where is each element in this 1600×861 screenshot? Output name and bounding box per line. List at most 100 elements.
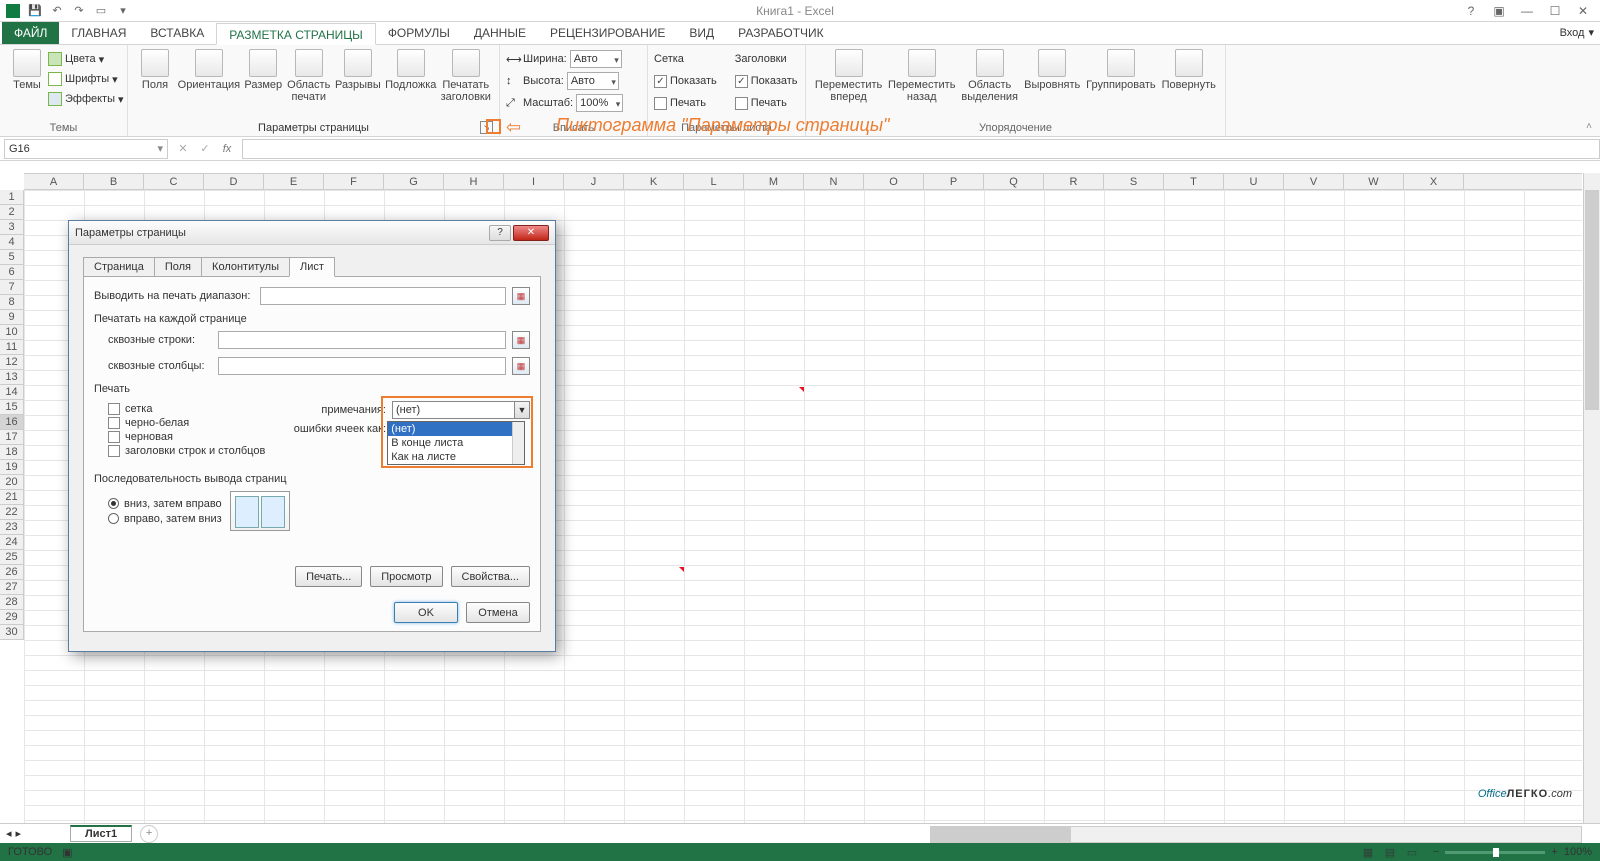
- bring-forward-button[interactable]: Переместить вперед: [812, 47, 885, 105]
- fonts-button[interactable]: Шрифты ▾: [48, 69, 124, 89]
- dropdown-scrollbar[interactable]: [512, 422, 524, 464]
- tab-review[interactable]: РЕЦЕНЗИРОВАНИЕ: [538, 22, 677, 44]
- comments-dropdown-list[interactable]: (нет) В конце листа Как на листе: [387, 421, 525, 465]
- row-header[interactable]: 7: [0, 280, 24, 295]
- tab-data[interactable]: ДАННЫЕ: [462, 22, 538, 44]
- zoom-value[interactable]: 100%: [1564, 846, 1592, 858]
- row-header[interactable]: 22: [0, 505, 24, 520]
- print-area-input[interactable]: [260, 287, 506, 305]
- row-header[interactable]: 3: [0, 220, 24, 235]
- width-combo[interactable]: Авто: [570, 50, 622, 68]
- column-header[interactable]: J: [564, 174, 624, 189]
- gridlines-print-check[interactable]: Печать: [654, 93, 717, 113]
- row-header[interactable]: 1: [0, 190, 24, 205]
- column-header[interactable]: D: [204, 174, 264, 189]
- column-header[interactable]: O: [864, 174, 924, 189]
- enter-formula-icon[interactable]: ✓: [194, 142, 216, 155]
- tab-view[interactable]: ВИД: [677, 22, 726, 44]
- column-header[interactable]: P: [924, 174, 984, 189]
- tab-developer[interactable]: РАЗРАБОТЧИК: [726, 22, 836, 44]
- row-header[interactable]: 15: [0, 400, 24, 415]
- zoom-out-icon[interactable]: −: [1433, 846, 1439, 858]
- print-button[interactable]: Печать...: [295, 566, 362, 587]
- row-header[interactable]: 5: [0, 250, 24, 265]
- zoom-control[interactable]: − + 100%: [1433, 846, 1592, 858]
- column-header[interactable]: N: [804, 174, 864, 189]
- themes-button[interactable]: Темы: [6, 47, 48, 93]
- preview-button[interactable]: Просмотр: [370, 566, 442, 587]
- signin-area[interactable]: Вход ▾: [1560, 26, 1594, 39]
- row-header[interactable]: 16: [0, 415, 24, 430]
- dialog-close-button[interactable]: ✕: [513, 225, 549, 241]
- column-header[interactable]: M: [744, 174, 804, 189]
- dialog-help-button[interactable]: ?: [489, 225, 511, 241]
- vertical-scrollbar[interactable]: [1583, 173, 1600, 823]
- down-over-radio[interactable]: вниз, затем вправо: [108, 498, 222, 510]
- column-header[interactable]: I: [504, 174, 564, 189]
- dropdown-item[interactable]: Как на листе: [388, 450, 524, 464]
- row-header[interactable]: 13: [0, 370, 24, 385]
- rotate-button[interactable]: Повернуть: [1158, 47, 1219, 93]
- orientation-button[interactable]: Ориентация: [176, 47, 242, 93]
- print-titles-button[interactable]: Печатать заголовки: [438, 47, 493, 105]
- black-white-checkbox[interactable]: черно-белая: [108, 417, 285, 429]
- sheet-tab-active[interactable]: Лист1: [70, 825, 132, 842]
- draft-checkbox[interactable]: черновая: [108, 431, 285, 443]
- minimize-icon[interactable]: —: [1514, 2, 1540, 20]
- row-header[interactable]: 28: [0, 595, 24, 610]
- row-headers[interactable]: 1234567891011121314151617181920212223242…: [0, 190, 24, 823]
- close-icon[interactable]: ✕: [1570, 2, 1596, 20]
- dialog-tab-margins[interactable]: Поля: [154, 257, 202, 277]
- zoom-in-icon[interactable]: +: [1551, 846, 1557, 858]
- tab-file[interactable]: ФАЙЛ: [2, 22, 59, 44]
- gridlines-checkbox[interactable]: сетка: [108, 403, 285, 415]
- dropdown-item[interactable]: В конце листа: [388, 436, 524, 450]
- row-header[interactable]: 11: [0, 340, 24, 355]
- row-header[interactable]: 30: [0, 625, 24, 640]
- column-header[interactable]: L: [684, 174, 744, 189]
- scale-spinner[interactable]: 100%: [576, 94, 623, 112]
- headings-print-check[interactable]: Печать: [735, 93, 798, 113]
- undo-icon[interactable]: ↶: [50, 4, 64, 18]
- touch-mode-icon[interactable]: ▭: [94, 4, 108, 18]
- column-header[interactable]: A: [24, 174, 84, 189]
- column-header[interactable]: B: [84, 174, 144, 189]
- fx-icon[interactable]: fx: [216, 143, 238, 155]
- row-header[interactable]: 27: [0, 580, 24, 595]
- row-header[interactable]: 29: [0, 610, 24, 625]
- dialog-tab-header[interactable]: Колонтитулы: [201, 257, 290, 277]
- row-header[interactable]: 23: [0, 520, 24, 535]
- send-backward-button[interactable]: Переместить назад: [885, 47, 958, 105]
- column-header[interactable]: X: [1404, 174, 1464, 189]
- column-header[interactable]: T: [1164, 174, 1224, 189]
- ok-button[interactable]: OK: [394, 602, 458, 623]
- row-header[interactable]: 6: [0, 265, 24, 280]
- column-header[interactable]: K: [624, 174, 684, 189]
- height-combo[interactable]: Авто: [567, 72, 619, 90]
- row-header[interactable]: 18: [0, 445, 24, 460]
- headings-show-check[interactable]: ✓Показать: [735, 71, 798, 91]
- tab-formulas[interactable]: ФОРМУЛЫ: [376, 22, 462, 44]
- breaks-button[interactable]: Разрывы: [333, 47, 383, 93]
- cancel-formula-icon[interactable]: ✕: [172, 142, 194, 155]
- cancel-button[interactable]: Отмена: [466, 602, 530, 623]
- column-headers[interactable]: ABCDEFGHIJKLMNOPQRSTUVWX: [24, 173, 1582, 190]
- dialog-tab-page[interactable]: Страница: [83, 257, 155, 277]
- effects-button[interactable]: Эффекты ▾: [48, 89, 124, 109]
- row-header[interactable]: 9: [0, 310, 24, 325]
- column-header[interactable]: F: [324, 174, 384, 189]
- align-button[interactable]: Выровнять: [1021, 47, 1083, 93]
- save-icon[interactable]: 💾: [28, 4, 42, 18]
- column-header[interactable]: Q: [984, 174, 1044, 189]
- column-header[interactable]: W: [1344, 174, 1404, 189]
- sheet-nav[interactable]: ◂▸: [0, 827, 70, 840]
- scrollbar-thumb[interactable]: [1585, 190, 1599, 410]
- column-header[interactable]: V: [1284, 174, 1344, 189]
- row-col-headings-checkbox[interactable]: заголовки строк и столбцов: [108, 445, 285, 457]
- dropdown-item[interactable]: (нет): [388, 422, 524, 436]
- rows-repeat-input[interactable]: [218, 331, 506, 349]
- formula-input[interactable]: [242, 139, 1600, 159]
- zoom-slider[interactable]: [1445, 851, 1545, 854]
- row-header[interactable]: 26: [0, 565, 24, 580]
- maximize-icon[interactable]: ☐: [1542, 2, 1568, 20]
